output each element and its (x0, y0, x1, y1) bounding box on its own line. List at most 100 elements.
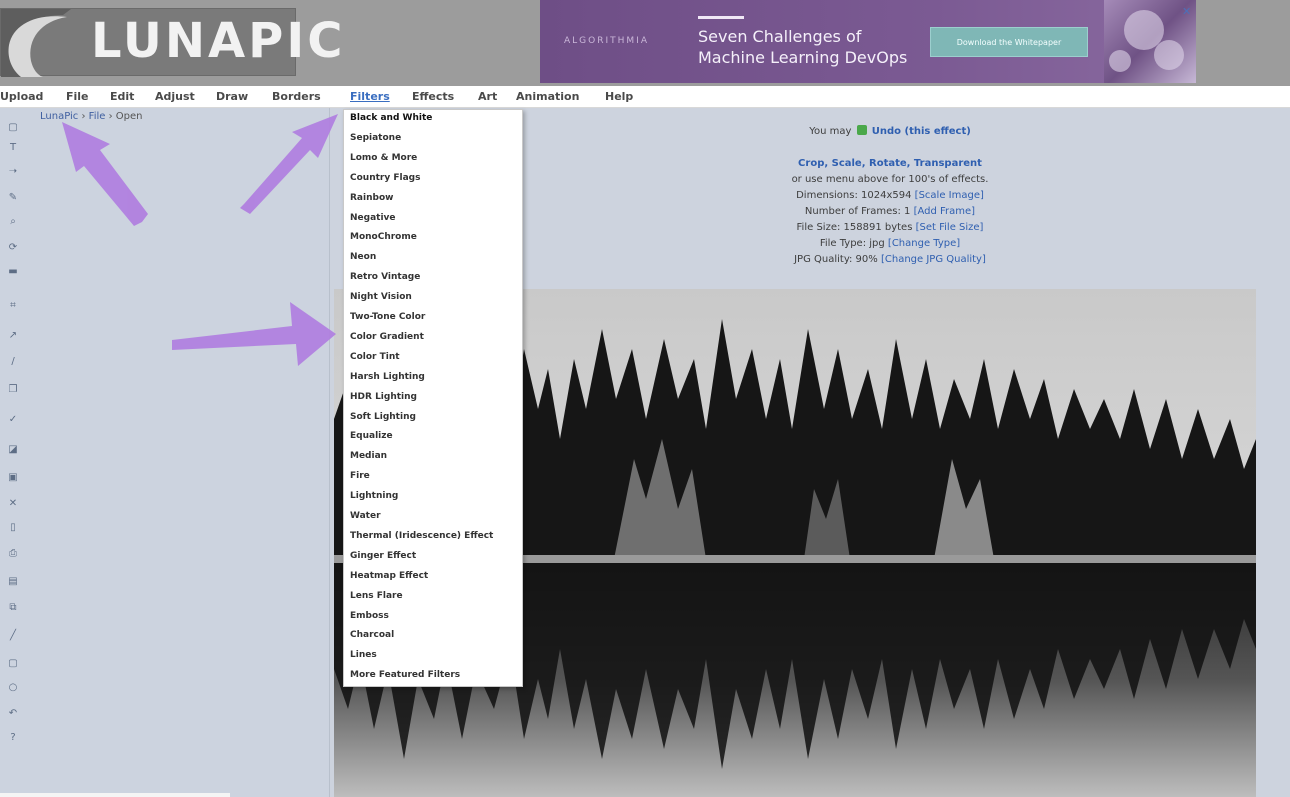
filter-item-lens-flare[interactable]: Lens Flare (350, 591, 403, 601)
menu-edit[interactable]: Edit (110, 90, 134, 103)
filter-item-color-gradient[interactable]: Color Gradient (350, 332, 424, 342)
menu-filters[interactable]: Filters (350, 90, 390, 103)
page-tool-icon[interactable]: ▯ (7, 522, 19, 534)
filter-item-harsh-lighting[interactable]: Harsh Lighting (350, 372, 425, 382)
filter-item-soft-lighting[interactable]: Soft Lighting (350, 412, 416, 422)
filter-item-night-vision[interactable]: Night Vision (350, 292, 412, 302)
image-tool-icon[interactable]: ▤ (7, 576, 19, 588)
add-frame-link[interactable]: [Add Frame] (914, 206, 976, 217)
tool-sidebar: ▢ T ➝ ✎ ⌕ ⟳ ▬ ⌗ ↗ / ❐ ✓ ◪ ▣ ✕ ▯ ⎙ ▤ ⧉ ╱ … (0, 108, 330, 797)
breadcrumb-current: Open (115, 111, 143, 122)
menu-help[interactable]: Help (605, 90, 633, 103)
ad-brand: ALGORITHMIA (564, 36, 649, 46)
ad-divider (698, 16, 744, 19)
save-tool-icon[interactable]: ▣ (7, 472, 19, 484)
crop-tool-icon[interactable]: ⌗ (7, 300, 19, 312)
select-tool-icon[interactable]: ▢ (7, 122, 19, 134)
text-tool-icon[interactable]: T (7, 142, 19, 154)
arrow-tool-icon[interactable]: ➝ (7, 166, 19, 178)
filter-item-retro-vintage[interactable]: Retro Vintage (350, 272, 420, 282)
menu-art[interactable]: Art (478, 90, 497, 103)
breadcrumb: LunaPic › File › Open (40, 111, 143, 122)
filter-item-rainbow[interactable]: Rainbow (350, 193, 393, 203)
filter-item-thermal-iridescence-effect[interactable]: Thermal (Iridescence) Effect (350, 531, 493, 541)
undo-tool-icon[interactable]: ↶ (7, 708, 19, 720)
ad-close-icon[interactable]: ✕ (1182, 6, 1194, 18)
help-tool-icon[interactable]: ? (7, 732, 19, 744)
eyedropper-tool-icon[interactable]: ↗ (7, 330, 19, 342)
main-menu-bar: Upload File Edit Adjust Draw Borders Fil… (0, 86, 1290, 108)
filter-item-lomo-more[interactable]: Lomo & More (350, 153, 417, 163)
set-file-size-link[interactable]: [Set File Size] (916, 222, 984, 233)
scale-image-link[interactable]: [Scale Image] (915, 190, 984, 201)
advertisement-banner[interactable]: ALGORITHMIA Seven Challenges of Machine … (540, 0, 1196, 83)
menu-animation[interactable]: Animation (516, 90, 579, 103)
layers-tool-icon[interactable]: ❐ (7, 384, 19, 396)
undo-prefix: You may (809, 126, 852, 137)
copy-tool-icon[interactable]: ⧉ (7, 602, 19, 614)
filter-item-emboss[interactable]: Emboss (350, 611, 389, 621)
menu-borders[interactable]: Borders (272, 90, 321, 103)
moon-logo-icon (1, 9, 71, 77)
filter-item-charcoal[interactable]: Charcoal (350, 630, 394, 640)
sidebar-footer-strip (0, 793, 230, 797)
menu-hint: or use menu above for 100's of effects. (791, 174, 989, 185)
filter-item-lightning[interactable]: Lightning (350, 491, 398, 501)
menu-file[interactable]: File (66, 90, 89, 103)
breadcrumb-separator: › (81, 111, 86, 122)
filters-dropdown-menu: Black and White Sepiatone Lomo & More Count… (343, 109, 523, 687)
menu-upload[interactable]: Upload (0, 90, 43, 103)
filter-item-median[interactable]: Median (350, 451, 387, 461)
ad-download-button[interactable]: Download the Whitepaper (930, 27, 1088, 57)
filter-item-negative[interactable]: Negative (350, 213, 396, 223)
filter-item-hdr-lighting[interactable]: HDR Lighting (350, 392, 417, 402)
crop-scale-rotate-link[interactable]: Crop, Scale, Rotate, Transparent (798, 158, 982, 169)
header: LUNAPIC ALGORITHMIA Seven Challenges of … (0, 0, 1290, 86)
undo-icon[interactable] (856, 125, 867, 135)
close-tool-icon[interactable]: ✕ (7, 498, 19, 510)
undo-line: You may Undo (this effect) (600, 124, 1180, 140)
filter-item-color-tint[interactable]: Color Tint (350, 352, 400, 362)
filter-item-neon[interactable]: Neon (350, 252, 376, 262)
undo-link[interactable]: Undo (this effect) (872, 126, 971, 137)
file-size-text: File Size: 158891 bytes (796, 222, 913, 233)
ad-headline: Seven Challenges of Machine Learning Dev… (698, 26, 907, 68)
lunapic-logo[interactable]: LUNAPIC (0, 8, 342, 77)
filter-item-monochrome[interactable]: MonoChrome (350, 232, 417, 242)
print-tool-icon[interactable]: ⎙ (7, 548, 19, 560)
menu-draw[interactable]: Draw (216, 90, 248, 103)
breadcrumb-file-link[interactable]: File (89, 111, 106, 122)
circle-tool-icon[interactable]: ○ (7, 682, 19, 694)
filter-item-ginger-effect[interactable]: Ginger Effect (350, 551, 416, 561)
breadcrumb-home-link[interactable]: LunaPic (40, 111, 78, 122)
filter-item-equalize[interactable]: Equalize (350, 431, 393, 441)
filter-item-fire[interactable]: Fire (350, 471, 370, 481)
zoom-tool-icon[interactable]: ⌕ (7, 216, 19, 228)
filter-item-water[interactable]: Water (350, 511, 381, 521)
file-type-text: File Type: jpg (819, 238, 885, 249)
change-jpg-quality-link[interactable]: [Change JPG Quality] (881, 254, 986, 265)
blank-tool-icon[interactable]: ▢ (7, 658, 19, 670)
brush-tool-icon[interactable]: / (7, 356, 19, 368)
frames-text: Number of Frames: 1 (804, 206, 911, 217)
filter-item-black-and-white[interactable]: Black and White (350, 113, 432, 123)
filter-item-lines[interactable]: Lines (350, 650, 377, 660)
breadcrumb-separator: › (108, 111, 113, 122)
slash-tool-icon[interactable]: ╱ (7, 630, 19, 642)
menu-adjust[interactable]: Adjust (155, 90, 195, 103)
menu-effects[interactable]: Effects (412, 90, 454, 103)
line-tool-icon[interactable]: ▬ (7, 266, 19, 278)
check-tool-icon[interactable]: ✓ (7, 414, 19, 426)
filter-item-sepiatone[interactable]: Sepiatone (350, 133, 401, 143)
rotate-tool-icon[interactable]: ⟳ (7, 242, 19, 254)
change-type-link[interactable]: [Change Type] (888, 238, 960, 249)
pencil-tool-icon[interactable]: ✎ (7, 192, 19, 204)
filter-item-more-featured-filters[interactable]: More Featured Filters (350, 670, 460, 680)
filter-item-two-tone-color[interactable]: Two-Tone Color (350, 312, 425, 322)
ad-headline-line1: Seven Challenges of (698, 27, 862, 46)
filter-item-country-flags[interactable]: Country Flags (350, 173, 420, 183)
logo-wordmark: LUNAPIC (91, 13, 346, 69)
filter-item-heatmap-effect[interactable]: Heatmap Effect (350, 571, 428, 581)
jpg-quality-text: JPG Quality: 90% (794, 254, 878, 265)
fill-tool-icon[interactable]: ◪ (7, 444, 19, 456)
